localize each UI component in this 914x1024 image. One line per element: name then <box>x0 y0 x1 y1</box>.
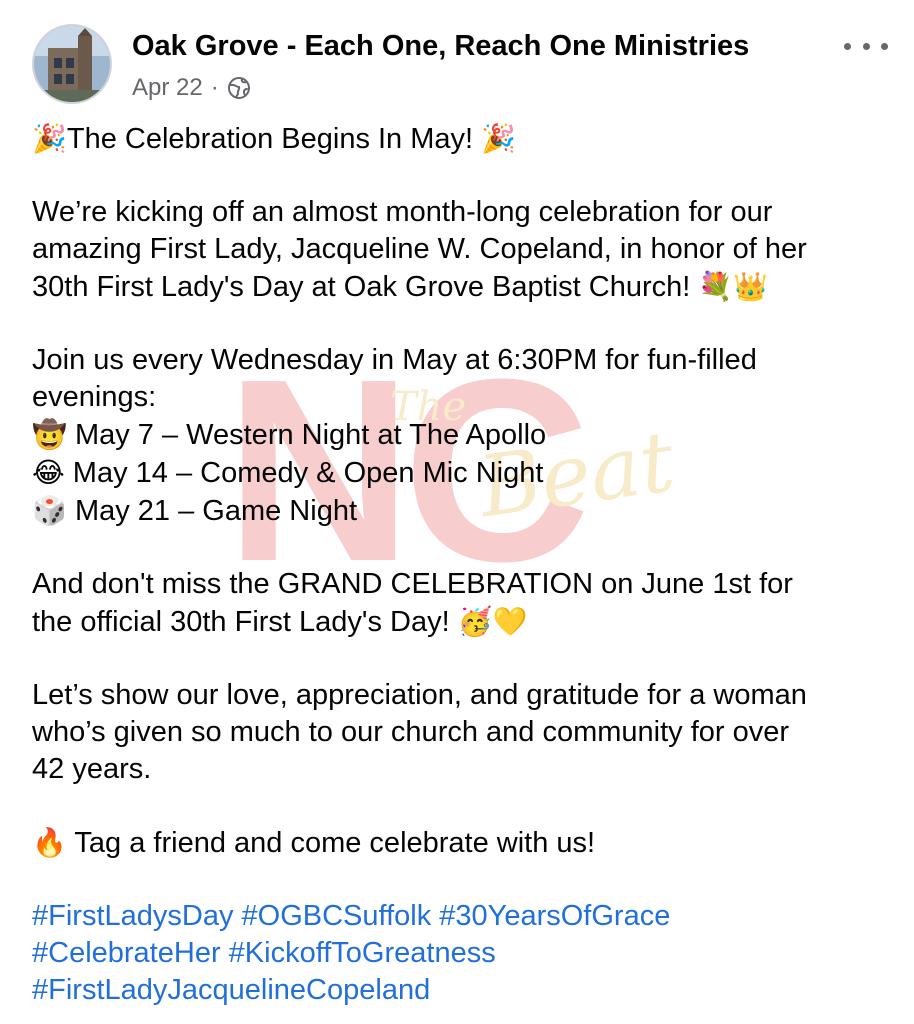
page-name-link[interactable]: Oak Grove - Each One, Reach One Ministri… <box>132 30 749 63</box>
globe-icon[interactable] <box>227 76 251 100</box>
title-text: The Celebration Begins In May! <box>66 123 474 155</box>
hashtag-link[interactable]: #FirstLadysDay <box>32 900 233 932</box>
closing-line: who’s given so much to our church and co… <box>32 716 790 748</box>
grand-line-last: the official 30th First Lady's Day! 🥳💛 <box>32 603 892 641</box>
hashtag-line: #FirstLadyJacquelineCopeland <box>32 972 892 1009</box>
closing-line: Let’s show our love, appreciation, and g… <box>32 679 807 711</box>
party-popper-icon: 🎉 <box>481 122 517 155</box>
schedule-line: Join us every Wednesday in May at 6:30PM… <box>32 344 757 376</box>
fire-icon: 🔥 <box>32 826 67 859</box>
hashtag-line: #CelebrateHer #KickoffToGreatness <box>32 935 892 972</box>
more-options-icon <box>844 42 851 50</box>
post-body: 🎉The Celebration Begins In May! 🎉 We’re … <box>32 120 892 1024</box>
grand-line: And don't miss the GRAND CELEBRATION on … <box>32 568 793 600</box>
hashtag-line: #FirstLadysDay #OGBCSuffolk #30YearsOfGr… <box>32 898 892 935</box>
cowboy-face-icon: 🤠 <box>32 418 67 451</box>
page-avatar[interactable] <box>32 24 112 104</box>
post-meta: Apr 22 · <box>132 74 251 102</box>
post-date[interactable]: Apr 22 <box>132 74 203 102</box>
post-title: 🎉The Celebration Begins In May! 🎉 <box>32 120 892 158</box>
event-item: 🤠 May 7 – Western Night at The Apollo <box>32 416 892 454</box>
schedule-line: evenings: <box>32 381 157 413</box>
intro-line-last: 30th First Lady's Day at Oak Grove Bapti… <box>32 268 892 306</box>
intro-line-text: 30th First Lady's Day at Oak Grove Bapti… <box>32 271 691 303</box>
intro-line: amazing First Lady, Jacqueline W. Copela… <box>32 233 807 265</box>
hashtag-link[interactable]: #KickoffToGreatness <box>229 937 496 969</box>
more-options-dot <box>881 42 888 50</box>
hashtag-link[interactable]: #30YearsOfGrace <box>439 900 670 932</box>
bouquet-crown-icon: 💐👑 <box>698 270 769 303</box>
party-face-heart-icon: 🥳💛 <box>457 605 528 638</box>
event-text: May 14 – Comedy & Open Mic Night <box>72 457 544 489</box>
closing-line: 42 years. <box>32 753 152 785</box>
hashtag-link[interactable]: #FirstLadyJacquelineCopeland <box>32 974 430 1006</box>
intro-paragraph: We’re kicking off an almost month-long c… <box>32 194 892 306</box>
cta-paragraph: 🔥 Tag a friend and come celebrate with u… <box>32 824 892 862</box>
hashtag-link[interactable]: #OGBCSuffolk <box>242 900 432 932</box>
hashtag-link[interactable]: #CelebrateHer <box>32 937 221 969</box>
schedule-paragraph: Join us every Wednesday in May at 6:30PM… <box>32 342 892 530</box>
intro-line: We’re kicking off an almost month-long c… <box>32 196 773 228</box>
meta-separator: · <box>210 74 219 101</box>
event-item: 🎲 May 21 – Game Night <box>32 492 892 530</box>
dice-icon: 🎲 <box>32 494 67 527</box>
party-popper-icon: 🎉 <box>32 122 67 155</box>
closing-paragraph: Let’s show our love, appreciation, and g… <box>32 677 892 788</box>
cta-text: Tag a friend and come celebrate with us! <box>74 827 596 859</box>
grand-line-text: the official 30th First Lady's Day! <box>32 606 450 638</box>
more-options-dot <box>862 42 870 50</box>
laughing-face-icon: 😂 <box>32 456 65 489</box>
event-text: May 7 – Western Night at The Apollo <box>74 419 547 451</box>
hashtags: #FirstLadysDay #OGBCSuffolk #30YearsOfGr… <box>32 898 892 1009</box>
event-text: May 21 – Game Night <box>74 495 358 527</box>
event-item: 😂 May 14 – Comedy & Open Mic Night <box>32 454 892 492</box>
church-photo-icon <box>34 26 110 102</box>
grand-celebration-paragraph: And don't miss the GRAND CELEBRATION on … <box>32 566 892 641</box>
more-options-button[interactable] <box>844 32 888 60</box>
post-header: Oak Grove - Each One, Reach One Ministri… <box>32 24 892 108</box>
